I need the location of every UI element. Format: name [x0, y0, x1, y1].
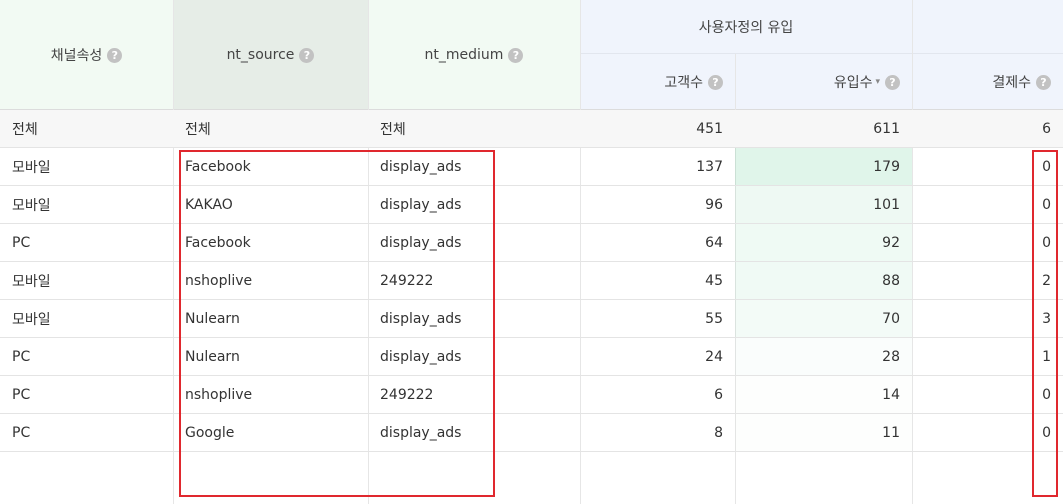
- header-customers-label: 고객수: [664, 75, 703, 91]
- cell-visits: 92: [735, 224, 912, 261]
- cell-customers: 55: [705, 310, 723, 327]
- help-icon[interactable]: ?: [708, 74, 723, 90]
- total-channel: 전체: [12, 121, 38, 138]
- header-medium-label: nt_medium: [424, 47, 504, 63]
- cell-medium: display_ads: [380, 196, 462, 213]
- cell-channel: 모바일: [12, 197, 51, 214]
- cell-visits: 101: [735, 186, 912, 223]
- header-group: 사용자정의 유입: [580, 0, 912, 54]
- header-payments-label: 결제수: [992, 75, 1031, 91]
- cell-source: Google: [185, 424, 235, 441]
- cell-medium: display_ads: [380, 348, 462, 365]
- help-icon[interactable]: ?: [1036, 74, 1051, 90]
- table-row: PC Facebook display_ads 64 92 0: [0, 224, 1063, 262]
- cell-medium: 249222: [380, 272, 434, 289]
- table-row: PC Nulearn display_ads 24 28 1: [0, 338, 1063, 376]
- sort-desc-icon[interactable]: ▾: [875, 77, 880, 87]
- cell-visits: 28: [735, 338, 912, 375]
- cell-medium: 249222: [380, 386, 434, 403]
- header-channel[interactable]: 채널속성 ?: [0, 0, 173, 110]
- cell-medium: display_ads: [380, 234, 462, 251]
- header-customers[interactable]: 고객수 ?: [580, 54, 735, 110]
- cell-visits: 70: [735, 300, 912, 337]
- cell-payments: 0: [1042, 158, 1051, 175]
- cell-visits: 179: [735, 148, 912, 185]
- total-row: 전체 전체 전체 451 611 6: [0, 110, 1063, 148]
- cell-channel: PC: [12, 424, 31, 441]
- header-visits[interactable]: 유입수 ▾ ?: [735, 54, 912, 110]
- cell-channel: PC: [12, 234, 31, 251]
- cell-channel: 모바일: [12, 311, 51, 328]
- cell-source: KAKAO: [185, 196, 233, 213]
- cell-channel: PC: [12, 386, 31, 403]
- total-payments: 6: [1042, 120, 1051, 137]
- cell-source: Nulearn: [185, 348, 240, 365]
- cell-channel: 모바일: [12, 273, 51, 290]
- table-row: PC nshoplive 249222 6 14 0: [0, 376, 1063, 414]
- cell-customers: 96: [705, 196, 723, 213]
- cell-payments: 1: [1042, 348, 1051, 365]
- cell-visits: 88: [735, 262, 912, 299]
- help-icon[interactable]: ?: [299, 47, 315, 63]
- help-icon[interactable]: ?: [885, 74, 900, 90]
- report-table: 채널속성 ? nt_source ? nt_medium ? 사용자정의 유입 …: [0, 0, 1063, 504]
- help-icon[interactable]: ?: [508, 47, 524, 63]
- cell-payments: 0: [1042, 424, 1051, 441]
- cell-customers: 6: [714, 386, 723, 403]
- cell-visits: 14: [882, 386, 900, 403]
- cell-visits: 11: [882, 424, 900, 441]
- cell-channel: 모바일: [12, 159, 51, 176]
- cell-payments: 0: [1042, 386, 1051, 403]
- help-icon[interactable]: ?: [107, 47, 123, 63]
- cell-source: nshoplive: [185, 272, 253, 289]
- cell-source: Facebook: [185, 234, 251, 251]
- cell-channel: PC: [12, 348, 31, 365]
- table-row: 모바일 KAKAO display_ads 96 101 0: [0, 186, 1063, 224]
- header-source[interactable]: nt_source ?: [173, 0, 368, 110]
- cell-payments: 2: [1042, 272, 1051, 289]
- cell-source: Facebook: [185, 158, 251, 175]
- header-group-label: 사용자정의 유입: [698, 20, 794, 36]
- cell-medium: display_ads: [380, 424, 462, 441]
- table-row: PC Google display_ads 8 11 0: [0, 414, 1063, 452]
- total-source: 전체: [185, 121, 211, 138]
- header-source-label: nt_source: [226, 47, 295, 63]
- cell-medium: display_ads: [380, 310, 462, 327]
- cell-payments: 0: [1042, 196, 1051, 213]
- cell-payments: 0: [1042, 234, 1051, 251]
- table-row: 모바일 nshoplive 249222 45 88 2: [0, 262, 1063, 300]
- cell-payments: 3: [1042, 310, 1051, 327]
- cell-customers: 64: [705, 234, 723, 251]
- total-visits: 611: [873, 120, 900, 137]
- total-medium: 전체: [380, 121, 406, 138]
- header-channel-label: 채널속성: [50, 48, 103, 64]
- cell-customers: 8: [714, 424, 723, 441]
- cell-medium: display_ads: [380, 158, 462, 175]
- header-payments[interactable]: 결제수 ?: [912, 54, 1063, 110]
- table-row: 모바일 Facebook display_ads 137 179 0: [0, 148, 1063, 186]
- cell-source: Nulearn: [185, 310, 240, 327]
- cell-customers: 45: [705, 272, 723, 289]
- total-customers: 451: [696, 120, 723, 137]
- cell-source: nshoplive: [185, 386, 253, 403]
- header-medium[interactable]: nt_medium ?: [368, 0, 580, 110]
- cell-customers: 24: [705, 348, 723, 365]
- cell-customers: 137: [696, 158, 723, 175]
- header-visits-label: 유입수: [833, 75, 873, 91]
- table-row: 모바일 Nulearn display_ads 55 70 3: [0, 300, 1063, 338]
